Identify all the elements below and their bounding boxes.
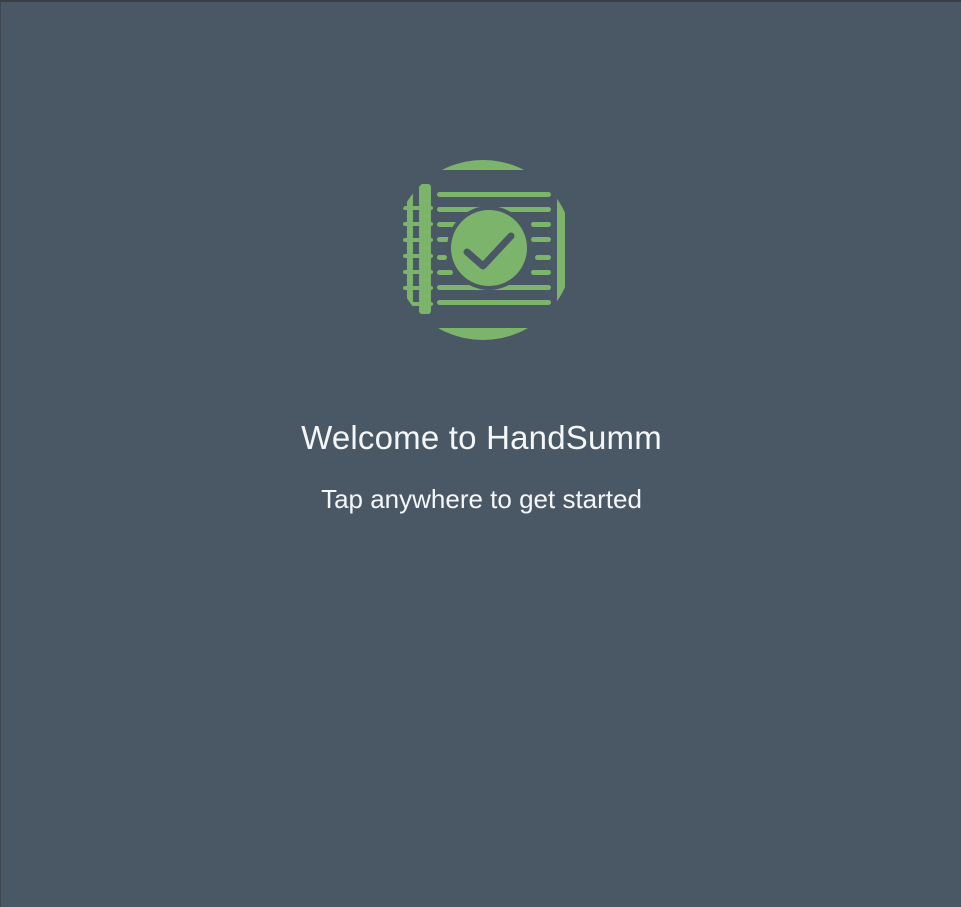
welcome-screen[interactable]: Welcome to HandSumm Tap anywhere to get … [0,0,961,907]
notebook-checkmark-icon [399,160,567,340]
welcome-title: Welcome to HandSumm [301,419,662,456]
get-started-prompt: Tap anywhere to get started [321,484,642,514]
